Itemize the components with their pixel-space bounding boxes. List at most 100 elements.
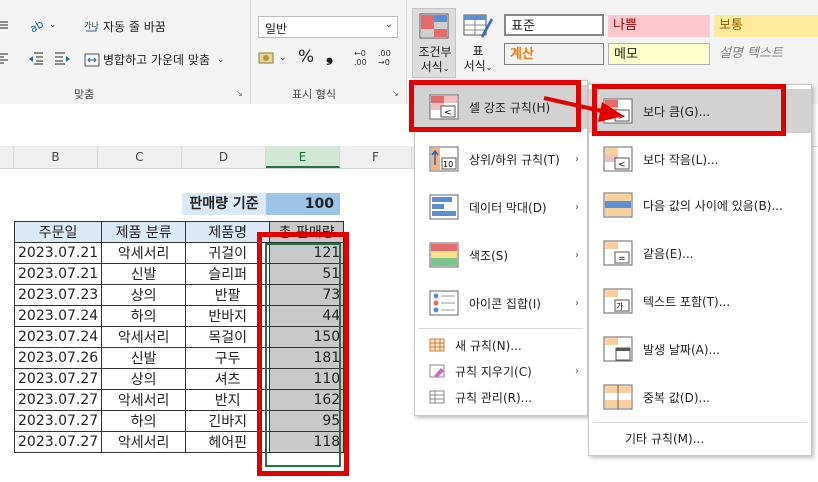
cell-category[interactable]: 신발 bbox=[101, 263, 187, 285]
cell-category[interactable]: 악세서리 bbox=[101, 242, 187, 264]
menu-item-color-scales[interactable]: 색조(S) › bbox=[415, 233, 587, 277]
comma-style-button[interactable]: ❟ bbox=[326, 45, 333, 66]
cell-order-date[interactable]: 2023.07.23 bbox=[13, 284, 103, 306]
menu-item-new-rule[interactable]: 새 규칙(N)... bbox=[415, 333, 587, 357]
cell-category[interactable]: 신발 bbox=[101, 347, 187, 369]
cf-label-2: 서식 bbox=[420, 60, 443, 74]
cell-category[interactable]: 상의 bbox=[101, 368, 187, 390]
manage-rules-icon bbox=[429, 390, 445, 404]
submenu-item-label: 중복 값(D)... bbox=[643, 390, 710, 405]
header-category[interactable]: 제품 분류 bbox=[101, 221, 187, 243]
menu-item-data-bars[interactable]: 데이터 막대(D) › bbox=[415, 185, 587, 229]
menu-item-icon-sets[interactable]: 아이콘 집합(I) › bbox=[415, 281, 587, 325]
submenu-item-date-occurring[interactable]: 발생 날짜(A)... bbox=[589, 327, 811, 371]
percent-style-button[interactable]: % bbox=[298, 47, 314, 67]
cell-order-date[interactable]: 2023.07.27 bbox=[13, 368, 103, 390]
format-as-table-icon bbox=[463, 14, 493, 38]
increase-decimal-icon[interactable]: ←0.00 bbox=[354, 49, 367, 67]
orientation-icon: ab bbox=[28, 17, 46, 33]
accounting-format-button[interactable]: ⌄ bbox=[258, 50, 287, 66]
chevron-right-icon: › bbox=[575, 153, 579, 165]
merge-center-label: 병합하고 가운데 맞춤 bbox=[103, 53, 210, 67]
style-neutral[interactable]: 보통 bbox=[714, 15, 818, 37]
alignment-group: ab ⌄ 가나 자동 줄 바꿈 병합하고 가운데 맞춤 ⌄ 맞춤 ↘ bbox=[0, 0, 251, 104]
style-normal[interactable]: 표준 bbox=[504, 14, 604, 36]
column-header-c[interactable]: C bbox=[98, 146, 182, 168]
decrease-indent-icon[interactable] bbox=[28, 51, 44, 65]
cell-category[interactable]: 악세서리 bbox=[101, 326, 187, 348]
top-bottom-icon: 10 bbox=[429, 145, 459, 173]
cell-order-date[interactable]: 2023.07.24 bbox=[13, 326, 103, 348]
submenu-item-more-rules[interactable]: 기타 규칙(M)... bbox=[589, 427, 811, 449]
data-bars-icon bbox=[429, 193, 459, 221]
menu-item-top-bottom-rules[interactable]: 10 상위/하위 규칙(T) › bbox=[415, 137, 587, 181]
between-icon bbox=[603, 191, 633, 219]
cell-category[interactable]: 하의 bbox=[101, 410, 187, 432]
svg-text:=: = bbox=[618, 254, 626, 264]
cell-category[interactable]: 상의 bbox=[101, 284, 187, 306]
submenu-item-text-contains[interactable]: 가 텍스트 포함(T)... bbox=[589, 279, 811, 323]
submenu-item-equal-to[interactable]: = 같음(E)... bbox=[589, 231, 811, 275]
cell-order-date[interactable]: 2023.07.21 bbox=[13, 263, 103, 285]
svg-text:가: 가 bbox=[616, 302, 624, 311]
column-header-e[interactable]: E bbox=[266, 146, 340, 168]
decrease-decimal-icon[interactable]: .00 →0 bbox=[378, 49, 391, 67]
merge-center-button[interactable]: 병합하고 가운데 맞춤 ⌄ bbox=[84, 51, 225, 68]
column-header-b[interactable]: B bbox=[14, 146, 98, 168]
menu-item-label: 색조(S) bbox=[469, 248, 509, 263]
number-format-select[interactable]: 일반 ⌄ bbox=[258, 16, 398, 38]
column-header-row: B C D E F bbox=[0, 146, 430, 169]
cell-category[interactable]: 악세서리 bbox=[101, 431, 187, 453]
menu-item-manage-rules[interactable]: 규칙 관리(R)... bbox=[415, 385, 587, 409]
cell-order-date[interactable]: 2023.07.26 bbox=[13, 347, 103, 369]
chevron-right-icon: › bbox=[575, 249, 579, 261]
column-header-d[interactable]: D bbox=[182, 146, 266, 168]
criteria-label-cell[interactable]: 판매량 기준 bbox=[182, 193, 266, 215]
equal-to-icon: = bbox=[603, 239, 633, 267]
style-explanatory[interactable]: 설명 텍스트 bbox=[714, 43, 818, 65]
cell-category[interactable]: 악세서리 bbox=[101, 389, 187, 411]
svg-text:10: 10 bbox=[443, 160, 453, 169]
style-calculation[interactable]: 계산 bbox=[504, 43, 604, 65]
submenu-item-less-than[interactable]: < 보다 작음(L)... bbox=[589, 137, 811, 181]
format-as-table-button[interactable]: 표 서식⌄ bbox=[458, 8, 498, 78]
chevron-right-icon: › bbox=[575, 365, 579, 377]
chevron-down-icon: ⌄ bbox=[384, 19, 393, 30]
submenu-item-label: 같음(E)... bbox=[643, 246, 694, 261]
orientation-button[interactable]: ab ⌄ bbox=[28, 17, 57, 33]
submenu-item-duplicate-values[interactable]: 중복 값(D)... bbox=[589, 375, 811, 419]
less-than-icon: < bbox=[603, 145, 633, 173]
conditional-formatting-button[interactable]: 조건부 서식⌄ bbox=[412, 8, 456, 78]
column-header-f[interactable]: F bbox=[340, 146, 412, 168]
fat-label-1: 표 bbox=[472, 44, 484, 58]
wrap-text-button[interactable]: 가나 자동 줄 바꿈 bbox=[84, 18, 166, 35]
cell-order-date[interactable]: 2023.07.27 bbox=[13, 410, 103, 432]
style-note[interactable]: 메모 bbox=[608, 43, 710, 65]
cell-order-date[interactable]: 2023.07.21 bbox=[13, 242, 103, 264]
submenu-item-label: 발생 날짜(A)... bbox=[643, 342, 720, 357]
increase-indent-icon[interactable] bbox=[55, 51, 71, 65]
dialog-launcher-icon[interactable]: ↘ bbox=[392, 89, 399, 98]
style-bad[interactable]: 나쁨 bbox=[608, 15, 710, 37]
criteria-value-cell[interactable]: 100 bbox=[266, 193, 340, 215]
cell-order-date[interactable]: 2023.07.27 bbox=[13, 431, 103, 453]
align-left-icon[interactable] bbox=[0, 51, 10, 65]
header-order-date[interactable]: 주문일 bbox=[13, 221, 103, 243]
calendar-icon bbox=[603, 335, 633, 363]
menu-item-label: 상위/하위 규칙(T) bbox=[469, 152, 560, 167]
submenu-item-label: 기타 규칙(M)... bbox=[625, 431, 705, 446]
submenu-item-between[interactable]: 다음 값의 사이에 있음(B)... bbox=[589, 183, 811, 227]
menu-item-clear-rules[interactable]: 규칙 지우기(C) › bbox=[415, 359, 587, 383]
cell-order-date[interactable]: 2023.07.24 bbox=[13, 305, 103, 327]
cell-category[interactable]: 하의 bbox=[101, 305, 187, 327]
svg-text:가나: 가나 bbox=[84, 21, 99, 30]
number-group-label: 표시 형식 bbox=[292, 88, 336, 101]
chevron-right-icon: › bbox=[575, 201, 579, 213]
cell-order-date[interactable]: 2023.07.27 bbox=[13, 389, 103, 411]
align-middle-icon[interactable] bbox=[0, 18, 10, 32]
menu-item-label: 데이터 막대(D) bbox=[469, 200, 547, 215]
menu-item-label: 새 규칙(N)... bbox=[455, 338, 522, 353]
highlight-rules-submenu: > 보다 큼(G)... < 보다 작음(L)... 다음 값의 사이에 있음(… bbox=[588, 84, 812, 456]
conditional-formatting-icon bbox=[419, 13, 449, 39]
dialog-launcher-icon[interactable]: ↘ bbox=[236, 89, 243, 98]
